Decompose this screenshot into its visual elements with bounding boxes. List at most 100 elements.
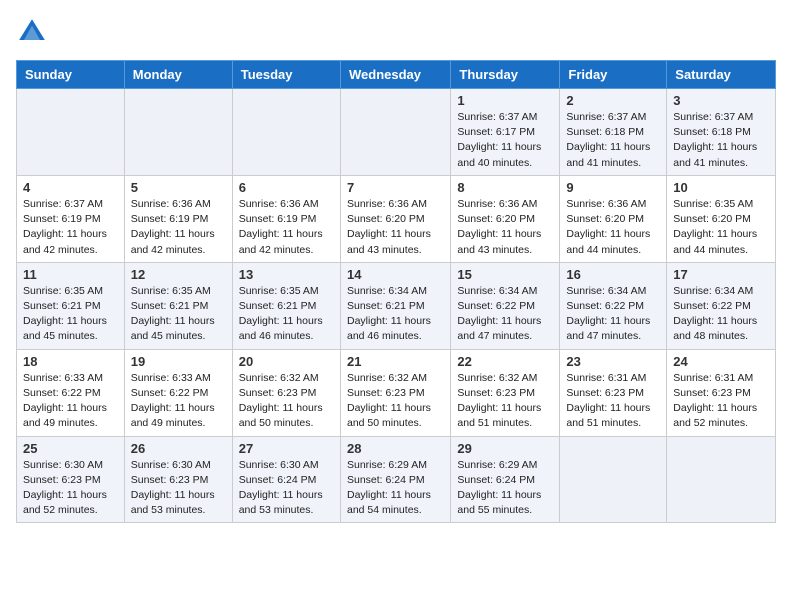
day-info: Sunrise: 6:34 AM Sunset: 6:22 PM Dayligh…: [457, 284, 553, 345]
calendar-table: SundayMondayTuesdayWednesdayThursdayFrid…: [16, 60, 776, 523]
day-number: 3: [673, 93, 769, 108]
weekday-header-cell: Wednesday: [340, 61, 450, 89]
day-info: Sunrise: 6:29 AM Sunset: 6:24 PM Dayligh…: [347, 458, 444, 519]
day-info: Sunrise: 6:36 AM Sunset: 6:20 PM Dayligh…: [566, 197, 660, 258]
day-info: Sunrise: 6:35 AM Sunset: 6:21 PM Dayligh…: [131, 284, 226, 345]
day-number: 17: [673, 267, 769, 282]
weekday-header-cell: Sunday: [17, 61, 125, 89]
calendar-week-row: 4 Sunrise: 6:37 AM Sunset: 6:19 PM Daylig…: [17, 175, 776, 262]
day-info: Sunrise: 6:32 AM Sunset: 6:23 PM Dayligh…: [347, 371, 444, 432]
day-number: 24: [673, 354, 769, 369]
day-info: Sunrise: 6:35 AM Sunset: 6:21 PM Dayligh…: [23, 284, 118, 345]
day-number: 27: [239, 441, 334, 456]
calendar-day-cell: 15Sunrise: 6:34 AM Sunset: 6:22 PM Dayli…: [451, 262, 560, 349]
day-number: 11: [23, 267, 118, 282]
day-info: Sunrise: 6:37 AM Sunset: 6:19 PM Dayligh…: [23, 197, 118, 258]
calendar-day-cell: 2 Sunrise: 6:37 AM Sunset: 6:18 PM Daylig…: [560, 89, 667, 176]
day-number: 5: [131, 180, 226, 195]
weekday-header-cell: Friday: [560, 61, 667, 89]
day-number: 26: [131, 441, 226, 456]
day-info: Sunrise: 6:34 AM Sunset: 6:22 PM Dayligh…: [673, 284, 769, 345]
calendar-day-cell: 9 Sunrise: 6:36 AM Sunset: 6:20 PM Daylig…: [560, 175, 667, 262]
day-number: 16: [566, 267, 660, 282]
calendar-day-cell: 20 Sunrise: 6:32 AM Sunset: 6:23 PM Dayli…: [232, 349, 340, 436]
day-number: 7: [347, 180, 444, 195]
calendar-week-row: 11 Sunrise: 6:35 AM Sunset: 6:21 PM Dayli…: [17, 262, 776, 349]
logo-icon: [16, 16, 48, 48]
weekday-header-cell: Monday: [124, 61, 232, 89]
day-info: Sunrise: 6:31 AM Sunset: 6:23 PM Dayligh…: [673, 371, 769, 432]
day-number: 20: [239, 354, 334, 369]
calendar-day-cell: 11 Sunrise: 6:35 AM Sunset: 6:21 PM Dayli…: [17, 262, 125, 349]
day-info: Sunrise: 6:33 AM Sunset: 6:22 PM Dayligh…: [131, 371, 226, 432]
day-number: 8: [457, 180, 553, 195]
day-number: 21: [347, 354, 444, 369]
calendar-day-cell: 23 Sunrise: 6:31 AM Sunset: 6:23 PM Dayli…: [560, 349, 667, 436]
calendar-day-cell: [560, 436, 667, 523]
weekday-header-row: SundayMondayTuesdayWednesdayThursdayFrid…: [17, 61, 776, 89]
calendar-day-cell: 27 Sunrise: 6:30 AM Sunset: 6:24 PM Dayli…: [232, 436, 340, 523]
day-number: 2: [566, 93, 660, 108]
weekday-header-cell: Tuesday: [232, 61, 340, 89]
day-info: Sunrise: 6:36 AM Sunset: 6:20 PM Dayligh…: [347, 197, 444, 258]
day-info: Sunrise: 6:29 AM Sunset: 6:24 PM Dayligh…: [457, 458, 553, 519]
calendar-day-cell: 28 Sunrise: 6:29 AM Sunset: 6:24 PM Dayli…: [340, 436, 450, 523]
day-number: 10: [673, 180, 769, 195]
calendar-day-cell: 7 Sunrise: 6:36 AM Sunset: 6:20 PM Daylig…: [340, 175, 450, 262]
calendar-day-cell: 1 Sunrise: 6:37 AM Sunset: 6:17 PM Daylig…: [451, 89, 560, 176]
day-number: 29: [457, 441, 553, 456]
calendar-day-cell: [17, 89, 125, 176]
calendar-day-cell: 24 Sunrise: 6:31 AM Sunset: 6:23 PM Dayli…: [667, 349, 776, 436]
day-info: Sunrise: 6:34 AM Sunset: 6:21 PM Dayligh…: [347, 284, 444, 345]
calendar-day-cell: 17 Sunrise: 6:34 AM Sunset: 6:22 PM Dayli…: [667, 262, 776, 349]
calendar-day-cell: 5 Sunrise: 6:36 AM Sunset: 6:19 PM Daylig…: [124, 175, 232, 262]
day-info: Sunrise: 6:36 AM Sunset: 6:19 PM Dayligh…: [131, 197, 226, 258]
calendar-day-cell: 10 Sunrise: 6:35 AM Sunset: 6:20 PM Dayli…: [667, 175, 776, 262]
calendar-day-cell: 3 Sunrise: 6:37 AM Sunset: 6:18 PM Daylig…: [667, 89, 776, 176]
calendar-day-cell: [667, 436, 776, 523]
day-number: 6: [239, 180, 334, 195]
day-info: Sunrise: 6:32 AM Sunset: 6:23 PM Dayligh…: [457, 371, 553, 432]
day-info: Sunrise: 6:35 AM Sunset: 6:20 PM Dayligh…: [673, 197, 769, 258]
day-number: 28: [347, 441, 444, 456]
day-info: Sunrise: 6:30 AM Sunset: 6:24 PM Dayligh…: [239, 458, 334, 519]
calendar-day-cell: 26Sunrise: 6:30 AM Sunset: 6:23 PM Dayli…: [124, 436, 232, 523]
calendar-day-cell: 6Sunrise: 6:36 AM Sunset: 6:19 PM Daylig…: [232, 175, 340, 262]
day-number: 14: [347, 267, 444, 282]
day-info: Sunrise: 6:37 AM Sunset: 6:18 PM Dayligh…: [673, 110, 769, 171]
calendar-day-cell: 29 Sunrise: 6:29 AM Sunset: 6:24 PM Dayli…: [451, 436, 560, 523]
day-info: Sunrise: 6:30 AM Sunset: 6:23 PM Dayligh…: [23, 458, 118, 519]
day-number: 23: [566, 354, 660, 369]
calendar-day-cell: 16Sunrise: 6:34 AM Sunset: 6:22 PM Dayli…: [560, 262, 667, 349]
logo: [16, 16, 52, 48]
day-number: 19: [131, 354, 226, 369]
calendar-day-cell: 8 Sunrise: 6:36 AM Sunset: 6:20 PM Daylig…: [451, 175, 560, 262]
day-number: 25: [23, 441, 118, 456]
day-info: Sunrise: 6:37 AM Sunset: 6:17 PM Dayligh…: [457, 110, 553, 171]
day-number: 1: [457, 93, 553, 108]
day-info: Sunrise: 6:36 AM Sunset: 6:20 PM Dayligh…: [457, 197, 553, 258]
page-header: [16, 16, 776, 48]
calendar-day-cell: 19 Sunrise: 6:33 AM Sunset: 6:22 PM Dayli…: [124, 349, 232, 436]
calendar-body: 1 Sunrise: 6:37 AM Sunset: 6:17 PM Daylig…: [17, 89, 776, 523]
calendar-week-row: 1 Sunrise: 6:37 AM Sunset: 6:17 PM Daylig…: [17, 89, 776, 176]
weekday-header-cell: Saturday: [667, 61, 776, 89]
calendar-day-cell: 25 Sunrise: 6:30 AM Sunset: 6:23 PM Dayli…: [17, 436, 125, 523]
day-number: 18: [23, 354, 118, 369]
calendar-week-row: 18 Sunrise: 6:33 AM Sunset: 6:22 PM Dayli…: [17, 349, 776, 436]
day-info: Sunrise: 6:37 AM Sunset: 6:18 PM Dayligh…: [566, 110, 660, 171]
day-info: Sunrise: 6:33 AM Sunset: 6:22 PM Dayligh…: [23, 371, 118, 432]
day-info: Sunrise: 6:32 AM Sunset: 6:23 PM Dayligh…: [239, 371, 334, 432]
day-number: 13: [239, 267, 334, 282]
day-info: Sunrise: 6:31 AM Sunset: 6:23 PM Dayligh…: [566, 371, 660, 432]
day-number: 4: [23, 180, 118, 195]
day-info: Sunrise: 6:35 AM Sunset: 6:21 PM Dayligh…: [239, 284, 334, 345]
calendar-day-cell: 18 Sunrise: 6:33 AM Sunset: 6:22 PM Dayli…: [17, 349, 125, 436]
calendar-week-row: 25 Sunrise: 6:30 AM Sunset: 6:23 PM Dayli…: [17, 436, 776, 523]
calendar-day-cell: 14 Sunrise: 6:34 AM Sunset: 6:21 PM Dayli…: [340, 262, 450, 349]
calendar-day-cell: [124, 89, 232, 176]
day-number: 22: [457, 354, 553, 369]
calendar-day-cell: 22 Sunrise: 6:32 AM Sunset: 6:23 PM Dayli…: [451, 349, 560, 436]
calendar-day-cell: [232, 89, 340, 176]
day-number: 9: [566, 180, 660, 195]
